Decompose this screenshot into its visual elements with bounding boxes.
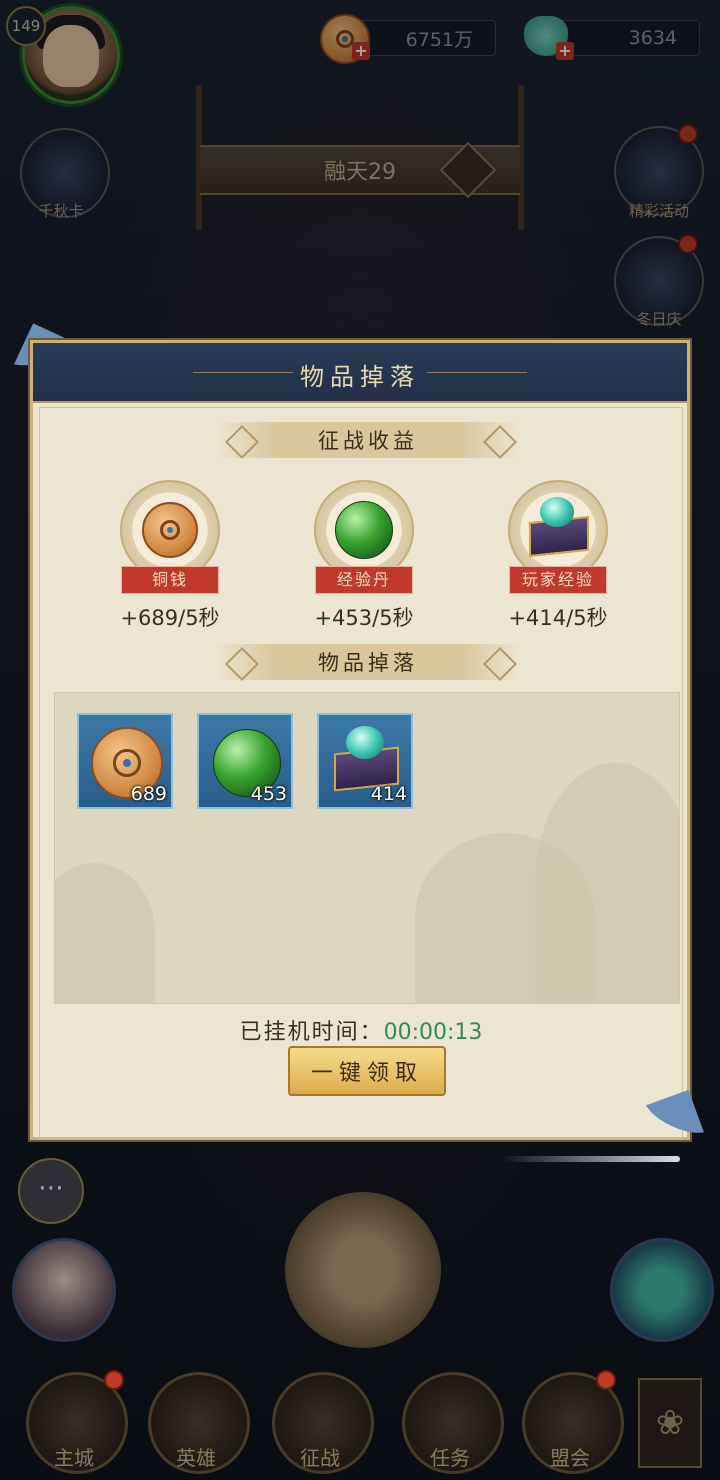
nav-tasks-label: 任务 [430, 1446, 470, 1470]
nav-heroes-label: 英雄 [176, 1446, 216, 1470]
green-orb-icon [335, 501, 393, 559]
nav-alliance-label: 盟会 [550, 1446, 590, 1470]
drops-section-banner: 物品掉落 [215, 644, 521, 680]
income-name-tag: 铜钱 [121, 566, 219, 594]
income-item-exp-pill: 经验丹 +453/5秒 [294, 480, 434, 632]
main-city-notification-dot [104, 1370, 124, 1390]
drop-count: 453 [250, 783, 287, 805]
hero-portrait-button[interactable] [12, 1238, 116, 1342]
item-drop-dialog: 物品掉落 征战收益 铜钱 +689/5秒 经验丹 +453/5秒 玩家经验 +4… [30, 340, 690, 1140]
drop-count: 689 [130, 783, 167, 805]
alliance-notification-dot [596, 1370, 616, 1390]
income-section-title: 征战收益 [318, 429, 418, 453]
income-name-tag: 玩家经验 [509, 566, 607, 594]
more-menu-button[interactable]: ❀ [638, 1378, 702, 1468]
income-rate: +414/5秒 [508, 606, 608, 630]
drop-item-grid: 689 453 414 [54, 692, 680, 1004]
drops-section-title: 物品掉落 [318, 651, 418, 675]
income-icon-frame [314, 480, 414, 580]
claim-all-label: 一键领取 [310, 1061, 423, 1086]
treasure-shell-button[interactable] [610, 1238, 714, 1342]
idle-time-label: 已挂机时间： [239, 1020, 384, 1045]
idle-time-row: 已挂机时间：00:00:13 [40, 1014, 682, 1046]
claim-all-button[interactable]: 一键领取 [288, 1046, 446, 1096]
nav-main-city-label: 主城 [54, 1446, 94, 1470]
battle-crossed-swords-button[interactable] [285, 1192, 441, 1348]
income-rate: +689/5秒 [120, 606, 220, 630]
drop-slot-player-exp[interactable]: 414 [317, 713, 413, 809]
income-section-banner: 征战收益 [215, 422, 521, 458]
drop-slot-exp-pill[interactable]: 453 [197, 713, 293, 809]
dialog-header: 物品掉落 [33, 343, 687, 403]
income-name-tag: 经验丹 [315, 566, 413, 594]
nav-battle-label: 征战 [300, 1446, 340, 1470]
mountain-decoration [55, 863, 155, 1003]
income-item-copper: 铜钱 +689/5秒 [100, 480, 240, 632]
swoosh-decoration [500, 1156, 680, 1162]
chat-button[interactable]: ⋯ [18, 1158, 84, 1224]
idle-time-value: 00:00:13 [383, 1020, 483, 1045]
mountain-decoration [415, 833, 595, 1003]
drop-slot-copper[interactable]: 689 [77, 713, 173, 809]
jade-box-icon [331, 725, 400, 792]
dialog-title: 物品掉落 [300, 363, 420, 391]
dialog-body: 征战收益 铜钱 +689/5秒 经验丹 +453/5秒 玩家经验 +414/5秒… [39, 407, 683, 1139]
income-rate: +453/5秒 [314, 606, 414, 630]
copper-coin-icon [142, 502, 198, 558]
income-icon-frame [508, 480, 608, 580]
income-icon-frame [120, 480, 220, 580]
drop-count: 414 [370, 783, 407, 805]
income-item-player-exp: 玩家经验 +414/5秒 [488, 480, 628, 632]
jade-box-icon [526, 496, 589, 558]
